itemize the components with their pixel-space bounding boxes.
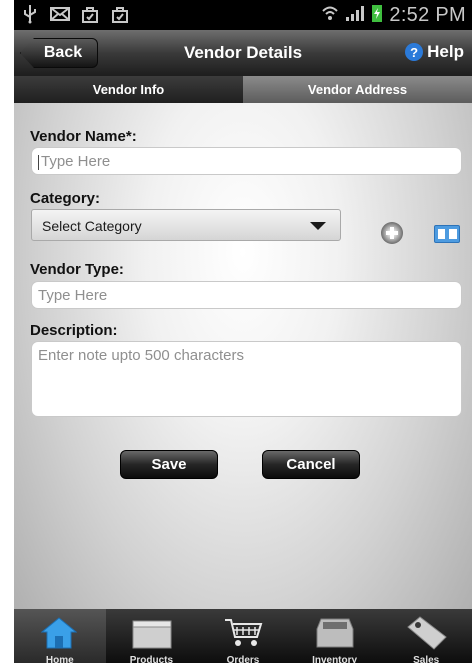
vendor-type-field[interactable]: Type Here (31, 281, 462, 309)
category-label: Category: (30, 190, 101, 207)
description-label: Description: (30, 322, 118, 339)
description-placeholder: Enter note upto 500 characters (38, 347, 244, 364)
vendor-name-field[interactable]: Type Here (31, 147, 462, 175)
tab-bar: Vendor Info Vendor Address (14, 76, 472, 103)
nav-sales[interactable]: Sales (380, 609, 472, 663)
vendor-type-label: Vendor Type: (30, 261, 124, 278)
nav-home[interactable]: Home (14, 609, 106, 663)
title-bar: Back Vendor Details ? Help (14, 30, 472, 76)
category-list-icon[interactable] (434, 225, 460, 243)
nav-inventory[interactable]: Inventory (289, 609, 381, 663)
nav-orders[interactable]: Orders (197, 609, 289, 663)
shopping-bag-icon (110, 4, 130, 24)
vendor-name-placeholder: Type Here (41, 153, 111, 170)
nav-home-label: Home (45, 655, 74, 663)
home-icon (41, 617, 77, 649)
nav-inventory-label: Inventory (312, 655, 358, 663)
tab-vendor-address[interactable]: Vendor Address (243, 76, 472, 103)
page-title: Vendor Details (183, 43, 303, 62)
nav-sales-label: Sales (413, 655, 440, 663)
nav-products-label: Products (129, 655, 174, 663)
status-bar: 2:52 PM (14, 0, 472, 30)
add-category-icon[interactable] (381, 222, 403, 244)
help-button[interactable]: ? Help (405, 42, 464, 62)
inventory-box-icon (316, 618, 354, 648)
shopping-bag-icon (80, 4, 100, 24)
description-textarea[interactable]: Enter note upto 500 characters (31, 341, 462, 417)
tab-vendor-info[interactable]: Vendor Info (14, 76, 243, 103)
app-screen: 2:52 PM Back Vendor Details ? Help Vendo… (14, 0, 472, 663)
bottom-nav: Home Products Orders Inventory Sales (14, 609, 472, 663)
mail-icon (50, 4, 70, 24)
vendor-type-placeholder: Type Here (38, 287, 108, 304)
price-tag-icon (407, 616, 448, 650)
nav-products[interactable]: Products (106, 609, 198, 663)
products-box-icon (132, 620, 172, 649)
signal-icon (345, 4, 365, 27)
dropdown-arrow-icon (310, 222, 326, 230)
save-button[interactable]: Save (120, 450, 218, 479)
help-icon: ? (405, 43, 424, 61)
nav-orders-label: Orders (226, 655, 260, 663)
clock-text: 2:52 PM (389, 4, 466, 26)
battery-icon (371, 3, 383, 28)
category-selected-value: Select Category (42, 218, 142, 234)
text-cursor (38, 154, 39, 170)
cancel-label: Cancel (286, 456, 336, 473)
usb-icon (20, 4, 40, 24)
cancel-button[interactable]: Cancel (262, 450, 360, 479)
vendor-name-label: Vendor Name*: (30, 128, 137, 145)
category-select[interactable]: Select Category (31, 209, 341, 241)
cart-icon (225, 619, 263, 646)
save-label: Save (151, 456, 187, 473)
wifi-icon (321, 4, 339, 27)
help-label: Help (427, 42, 464, 61)
